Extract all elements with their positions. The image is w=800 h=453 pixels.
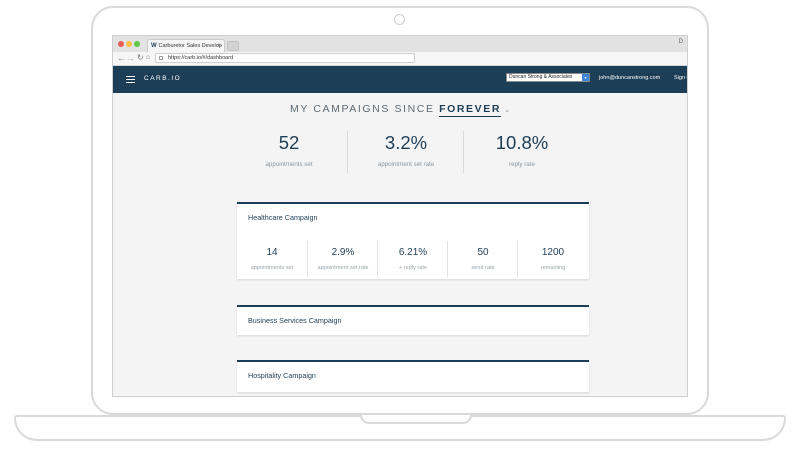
new-tab-button[interactable] (227, 41, 239, 51)
lock-icon (159, 56, 163, 60)
summary-label: reply rate (509, 161, 535, 168)
laptop-base (14, 415, 786, 441)
account-select[interactable]: Duncan Strong & Associates ▾ (506, 73, 590, 82)
campaign-card-hospitality[interactable]: Hospitality Campaign (237, 360, 589, 392)
summary-stats: 52 appointments set 3.2% appointment set… (231, 131, 579, 173)
maximize-window-button[interactable] (134, 41, 140, 47)
campaign-stat: 50 send rate (447, 241, 518, 277)
app-header: CARB.IO Duncan Strong & Associates ▾ joh… (113, 66, 687, 93)
summary-label: appointment set rate (377, 161, 435, 168)
browser-window: W Carburetor Sales Develop × D ← → ↻ ⌂ h… (112, 35, 688, 397)
campaign-stat: 1200 remaining (517, 241, 588, 277)
profile-letter: D (678, 39, 683, 45)
summary-label: appointments set (265, 161, 313, 168)
summary-value: 52 (278, 132, 300, 153)
summary-value: 3.2% (384, 132, 428, 153)
laptop-notch (360, 415, 472, 424)
summary-appointment-set-rate: 3.2% appointment set rate (347, 131, 464, 173)
campaign-stat: 2.9% appointment set rate (307, 241, 378, 277)
campaign-stat-value: 6.21% (398, 247, 428, 258)
dashboard-content: MY CAMPAIGNS SINCE FOREVER ⌄ 52 appointme… (113, 93, 687, 396)
browser-toolbar: ← → ↻ ⌂ https://carb.io/#/dashboard (113, 52, 687, 66)
campaign-stat-value: 2.9% (331, 247, 355, 258)
heading-prefix: MY CAMPAIGNS SINCE (290, 103, 435, 115)
period-selector[interactable]: FOREVER (439, 103, 502, 117)
address-bar[interactable]: https://carb.io/#/dashboard (155, 53, 415, 63)
home-icon[interactable]: ⌂ (146, 52, 150, 64)
campaign-stat-label: send rate (471, 265, 495, 271)
hamburger-menu-icon[interactable] (126, 76, 135, 84)
select-arrow-icon: ▾ (582, 74, 589, 81)
sign-out-link[interactable]: Sign O (674, 74, 687, 82)
campaign-card-business-services[interactable]: Business Services Campaign (237, 305, 589, 335)
campaign-stat-label: appointment set rate (317, 265, 369, 271)
campaign-stat-label: appointments set (250, 265, 294, 271)
browser-tab-strip: W Carburetor Sales Develop × D (113, 36, 687, 52)
reload-icon[interactable]: ↻ (137, 52, 144, 64)
carb-favicon-icon: W (151, 43, 157, 49)
page-title: MY CAMPAIGNS SINCE FOREVER ⌄ (113, 103, 687, 117)
browser-tab-title: Carburetor Sales Develop (158, 43, 222, 49)
minimize-window-button[interactable] (126, 41, 132, 47)
campaign-stat-value: 14 (266, 247, 278, 258)
address-url: https://carb.io/#/dashboard (168, 55, 234, 61)
user-email[interactable]: john@duncanstrong.com (599, 74, 660, 82)
back-arrow-icon[interactable]: ← (117, 52, 126, 64)
browser-tab[interactable]: W Carburetor Sales Develop × (147, 39, 225, 52)
close-window-button[interactable] (118, 41, 124, 47)
campaign-stat-value: 1200 (541, 247, 565, 258)
summary-reply-rate: 10.8% reply rate (463, 131, 580, 173)
campaign-stats: 14 appointments set 2.9% appointment set… (237, 241, 589, 277)
campaign-card-healthcare[interactable]: Healthcare Campaign 14 appointments set … (237, 202, 589, 279)
campaign-stat: 14 appointments set (237, 241, 307, 277)
chevron-down-icon[interactable]: ⌄ (504, 107, 510, 114)
campaign-stat: 6.21% + reply rate (377, 241, 448, 277)
camera-icon (394, 14, 405, 25)
tab-close-icon[interactable]: × (217, 40, 221, 52)
campaign-title[interactable]: Business Services Campaign (237, 307, 589, 326)
summary-value: 10.8% (495, 132, 549, 153)
campaign-stat-value: 50 (477, 247, 489, 258)
campaign-stat-label: + reply rate (398, 265, 428, 271)
account-select-value: Duncan Strong & Associates (509, 74, 573, 80)
campaign-title[interactable]: Healthcare Campaign (237, 204, 589, 223)
forward-arrow-icon[interactable]: → (126, 52, 135, 64)
brand-logo[interactable]: CARB.IO (144, 74, 181, 84)
campaign-title[interactable]: Hospitality Campaign (237, 362, 589, 381)
campaign-stat-label: remaining (540, 265, 566, 271)
summary-appointments-set: 52 appointments set (231, 131, 347, 173)
